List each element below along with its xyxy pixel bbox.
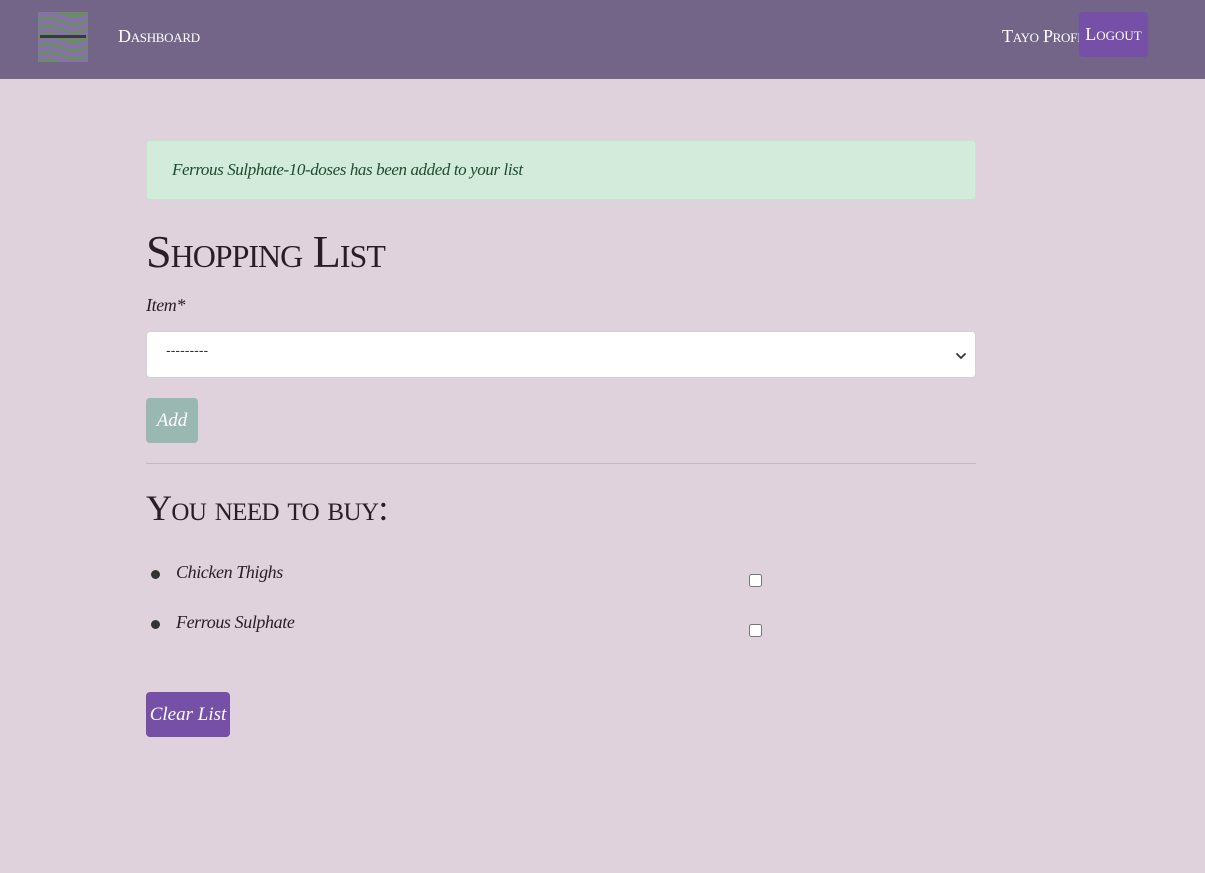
success-alert: Ferrous Sulphate-10-doses has been added… xyxy=(146,140,976,200)
navbar: Dashboard Tayo Profile Logout xyxy=(0,0,1205,79)
chevron-down-icon xyxy=(955,347,967,359)
item-select-value: --------- xyxy=(166,344,209,359)
list-item: Ferrous Sulphate xyxy=(146,610,976,650)
clear-list-button[interactable]: Clear List xyxy=(146,692,230,737)
item-select[interactable]: --------- xyxy=(146,331,976,378)
list-item-label: Chicken Thighs xyxy=(176,562,283,582)
divider xyxy=(146,463,976,464)
page-title: Shopping List xyxy=(146,226,386,277)
alert-message: Ferrous Sulphate-10-doses has been added… xyxy=(172,160,523,179)
list-item: Chicken Thighs xyxy=(146,560,976,600)
item-checkbox[interactable] xyxy=(749,574,762,587)
item-field-label: Item* xyxy=(146,295,185,315)
list-item-label: Ferrous Sulphate xyxy=(176,612,295,632)
list-title: You need to buy: xyxy=(146,488,388,528)
nav-dashboard-link[interactable]: Dashboard xyxy=(118,26,200,47)
bullet-icon xyxy=(151,620,160,629)
item-checkbox[interactable] xyxy=(749,624,762,637)
bullet-icon xyxy=(151,570,160,579)
swirl-logo-icon[interactable] xyxy=(38,12,88,62)
logout-button[interactable]: Logout xyxy=(1079,12,1148,57)
add-button[interactable]: Add xyxy=(146,398,198,443)
